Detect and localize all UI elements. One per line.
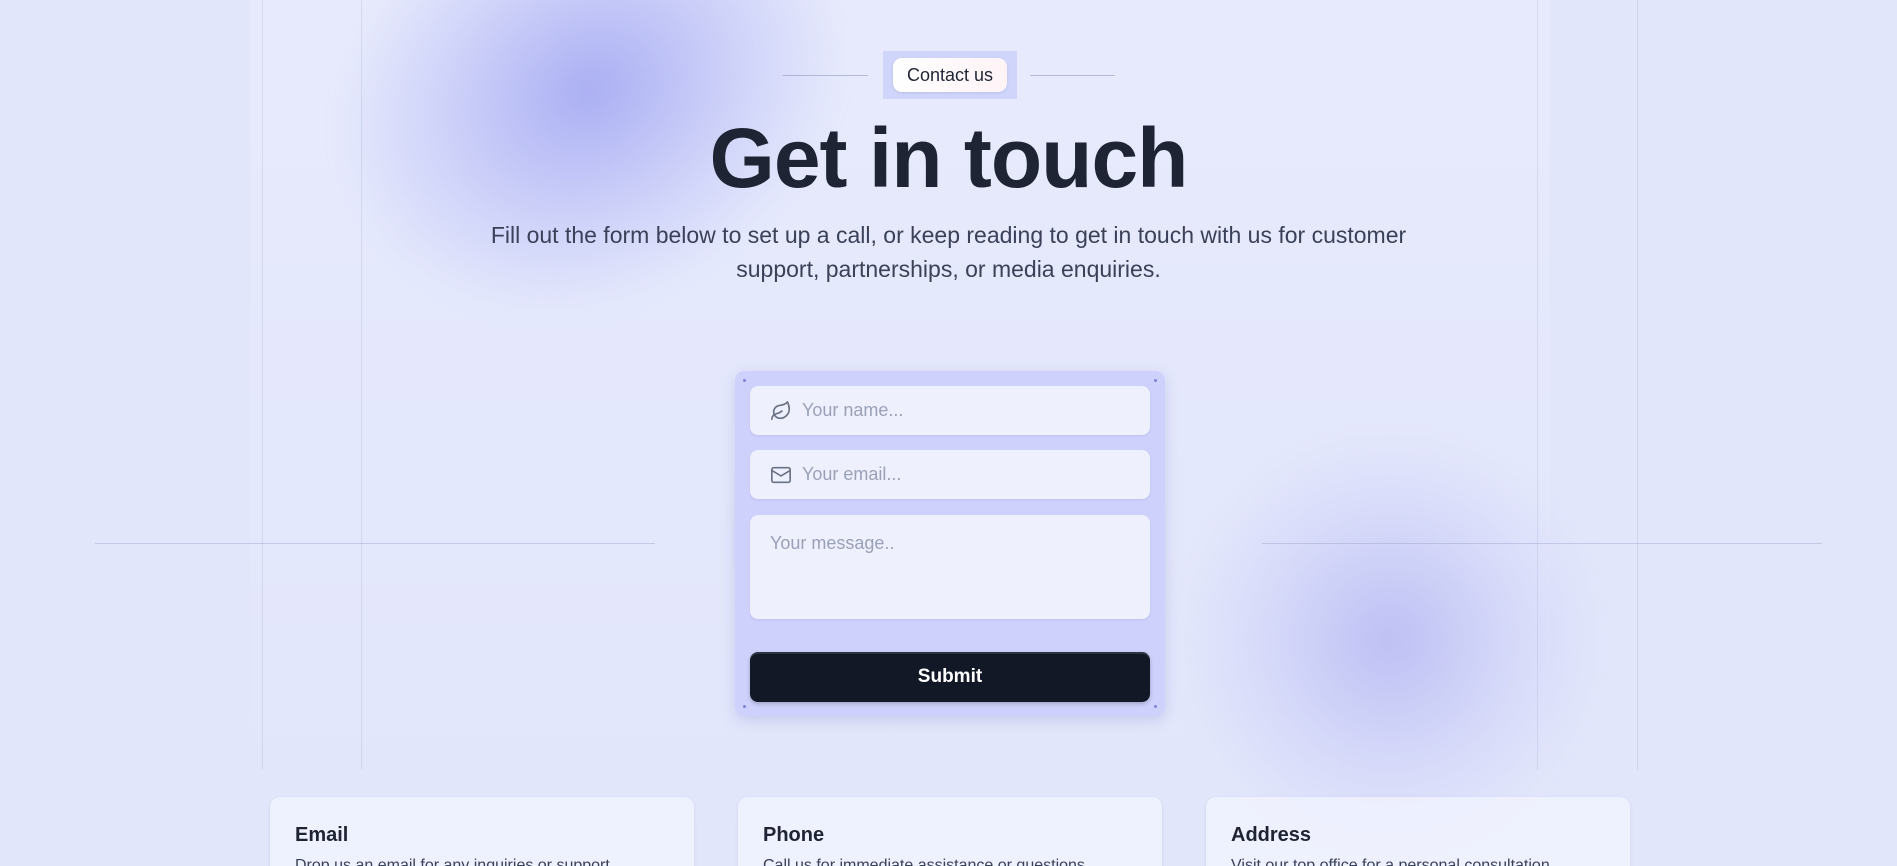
corner-dot: [743, 705, 746, 708]
message-textarea[interactable]: [750, 515, 1150, 619]
info-card-title: Phone: [763, 824, 825, 846]
submit-button[interactable]: Submit: [750, 652, 1150, 702]
grid-line: [1262, 543, 1822, 544]
name-field[interactable]: [750, 386, 1150, 435]
info-card-text: Drop us an email for any inquiries or su…: [295, 857, 610, 866]
phone-info-card: Phone Call us for immediate assistance o…: [738, 797, 1162, 866]
email-field[interactable]: [750, 450, 1150, 499]
grid-line: [95, 543, 655, 544]
email-info-card: Email Drop us an email for any inquiries…: [270, 797, 694, 866]
info-card-title: Email: [295, 824, 349, 846]
page-subtitle: Fill out the form below to set up a call…: [470, 218, 1427, 286]
leaf-icon: [770, 400, 792, 422]
subtitle-line-2: support, partnerships, or media enquirie…: [736, 256, 1161, 282]
subtitle-line-1: Fill out the form below to set up a call…: [490, 222, 1407, 248]
name-input[interactable]: [802, 400, 1150, 421]
info-card-text: Visit our top office for a personal cons…: [1231, 857, 1550, 866]
page-title: Get in touch: [709, 111, 1189, 205]
info-card-title: Address: [1231, 824, 1312, 846]
email-input[interactable]: [802, 464, 1150, 485]
badge-divider-left: [783, 75, 868, 76]
badge-divider-right: [1030, 75, 1115, 76]
message-field[interactable]: [750, 515, 1150, 619]
contact-badge-label: Contact us: [892, 58, 1008, 92]
mail-icon: [770, 464, 792, 486]
info-card-text: Call us for immediate assistance or ques…: [763, 857, 1085, 866]
contact-form: Submit: [735, 371, 1165, 716]
corner-dot: [743, 379, 746, 382]
address-info-card: Address Visit our top office for a perso…: [1206, 797, 1630, 866]
contact-badge: Contact us: [883, 51, 1017, 99]
corner-dot: [1154, 379, 1157, 382]
corner-dot: [1154, 705, 1157, 708]
